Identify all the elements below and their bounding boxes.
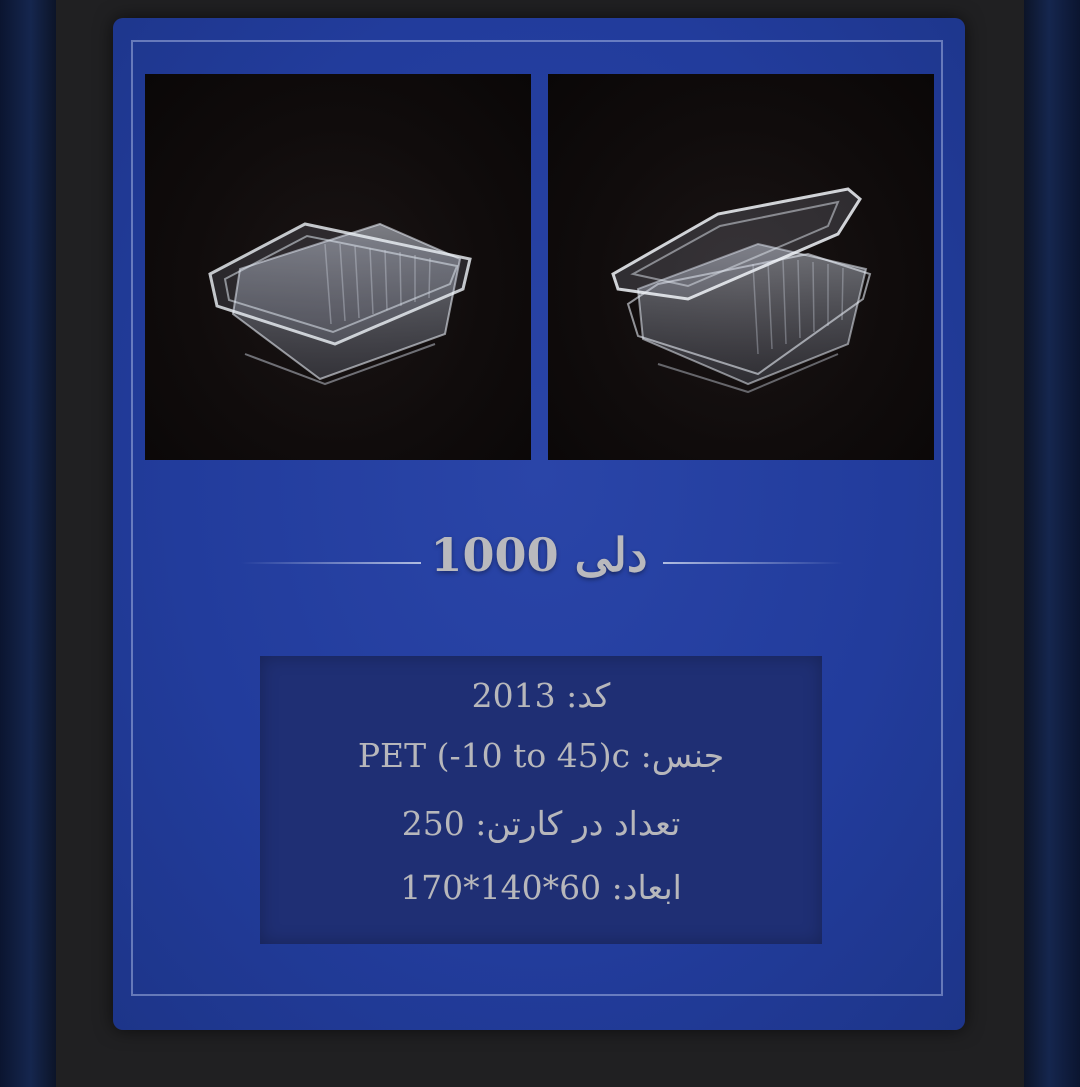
- right-border: [1024, 0, 1080, 1087]
- left-border: [0, 0, 56, 1087]
- spec-dimensions: ابعاد: 170*140*60: [260, 868, 822, 907]
- spec-dimensions-value: 170*140*60: [400, 868, 602, 907]
- spec-code: کد: 2013: [260, 676, 822, 715]
- spec-count: تعداد در کارتن: 250: [260, 804, 822, 843]
- page: دلی 1000 کد: 2013 جنس: PET (-10 to 45)c …: [0, 0, 1080, 1087]
- spec-count-label: تعداد در کارتن:: [475, 804, 681, 843]
- product-card: دلی 1000 کد: 2013 جنس: PET (-10 to 45)c …: [113, 18, 965, 1030]
- spec-code-label: کد:: [566, 676, 611, 715]
- product-photo-open: [548, 74, 934, 460]
- spec-material-value: PET (-10 to 45)c: [357, 736, 631, 775]
- spec-count-value: 250: [401, 804, 465, 843]
- spec-material: جنس: PET (-10 to 45)c: [260, 736, 822, 775]
- spec-dimensions-label: ابعاد:: [611, 868, 682, 907]
- spec-material-label: جنس:: [640, 736, 725, 775]
- product-photo-closed: [145, 74, 531, 460]
- product-title: دلی 1000: [430, 528, 648, 582]
- product-title-row: دلی 1000: [113, 524, 965, 604]
- spec-code-value: 2013: [471, 676, 556, 715]
- spec-box: کد: 2013 جنس: PET (-10 to 45)c تعداد در …: [260, 656, 822, 944]
